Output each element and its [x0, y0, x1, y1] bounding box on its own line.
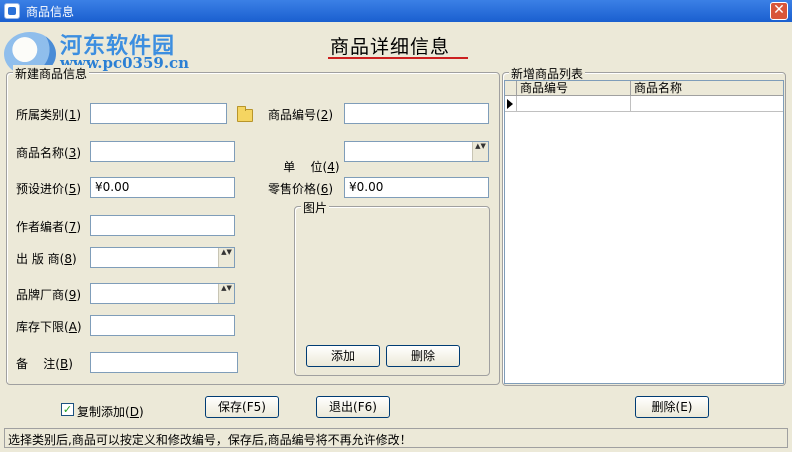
table-row[interactable]	[505, 96, 783, 112]
preset-price-input[interactable]: ¥0.00	[90, 177, 235, 198]
stock-min-input[interactable]	[90, 315, 235, 336]
stock-min-label: 库存下限(A)	[16, 320, 82, 334]
close-button[interactable]: ✕	[770, 2, 788, 20]
copy-add-label[interactable]: 复制添加(D)	[77, 403, 144, 420]
window-title: 商品信息	[26, 5, 75, 19]
exit-button[interactable]: 退出(F6)	[316, 396, 390, 418]
brand-spin-icon[interactable]: ▲▼	[218, 284, 234, 303]
picture-group-label: 图片	[301, 199, 330, 216]
cell-goods-name[interactable]	[631, 96, 783, 112]
delete-row-button[interactable]: 删除(E)	[635, 396, 709, 418]
row-indicator-cell	[505, 96, 517, 112]
cell-goods-no[interactable]	[517, 96, 631, 112]
author-input[interactable]	[90, 215, 235, 236]
goods-no-input[interactable]	[344, 103, 489, 124]
unit-combo[interactable]: ▲▼	[344, 141, 489, 162]
dialog-client: 河东软件园 www.pc0359.cn 商品详细信息 新建商品信息 所属类别(1…	[0, 22, 792, 452]
category-input[interactable]	[90, 103, 227, 124]
publisher-spin-icon[interactable]: ▲▼	[218, 248, 234, 267]
new-goods-table[interactable]: 商品编号 商品名称	[504, 80, 784, 384]
new-goods-group-label: 新建商品信息	[13, 65, 90, 82]
title-bar: 商品信息 ✕	[0, 0, 792, 22]
remark-label: 备 注(B)	[16, 357, 73, 371]
author-label: 作者编者(7)	[16, 220, 82, 234]
app-icon	[4, 3, 20, 19]
header-indicator-cell	[505, 81, 517, 96]
publisher-combo[interactable]: ▲▼	[90, 247, 235, 268]
retail-price-label: 零售价格(6)	[268, 182, 334, 196]
category-label: 所属类别(1)	[16, 108, 82, 122]
header-goods-name[interactable]: 商品名称	[631, 81, 783, 96]
retail-price-input[interactable]: ¥0.00	[344, 177, 489, 198]
heading-underline	[328, 57, 468, 59]
add-picture-button[interactable]: 添加	[306, 345, 380, 367]
goods-name-label: 商品名称(3)	[16, 146, 82, 160]
page-heading: 商品详细信息	[330, 36, 451, 58]
brand-combo[interactable]: ▲▼	[90, 283, 235, 304]
publisher-label: 出 版 商(8)	[16, 252, 77, 266]
brand-label: 品牌厂商(9)	[16, 288, 82, 302]
delete-picture-button[interactable]: 删除	[386, 345, 460, 367]
header-goods-no[interactable]: 商品编号	[517, 81, 631, 96]
copy-add-checkbox[interactable]: ✓	[61, 403, 74, 416]
folder-icon[interactable]	[237, 106, 253, 122]
status-bar: 选择类别后,商品可以按定义和修改编号，保存后,商品编号将不再允许修改！	[4, 428, 788, 448]
save-button[interactable]: 保存(F5)	[205, 396, 279, 418]
unit-spin-icon[interactable]: ▲▼	[472, 142, 488, 161]
preset-price-label: 预设进价(5)	[16, 182, 82, 196]
goods-no-label: 商品编号(2)	[268, 108, 334, 122]
goods-name-input[interactable]	[90, 141, 235, 162]
remark-input[interactable]	[90, 352, 238, 373]
table-header: 商品编号 商品名称	[505, 81, 783, 96]
